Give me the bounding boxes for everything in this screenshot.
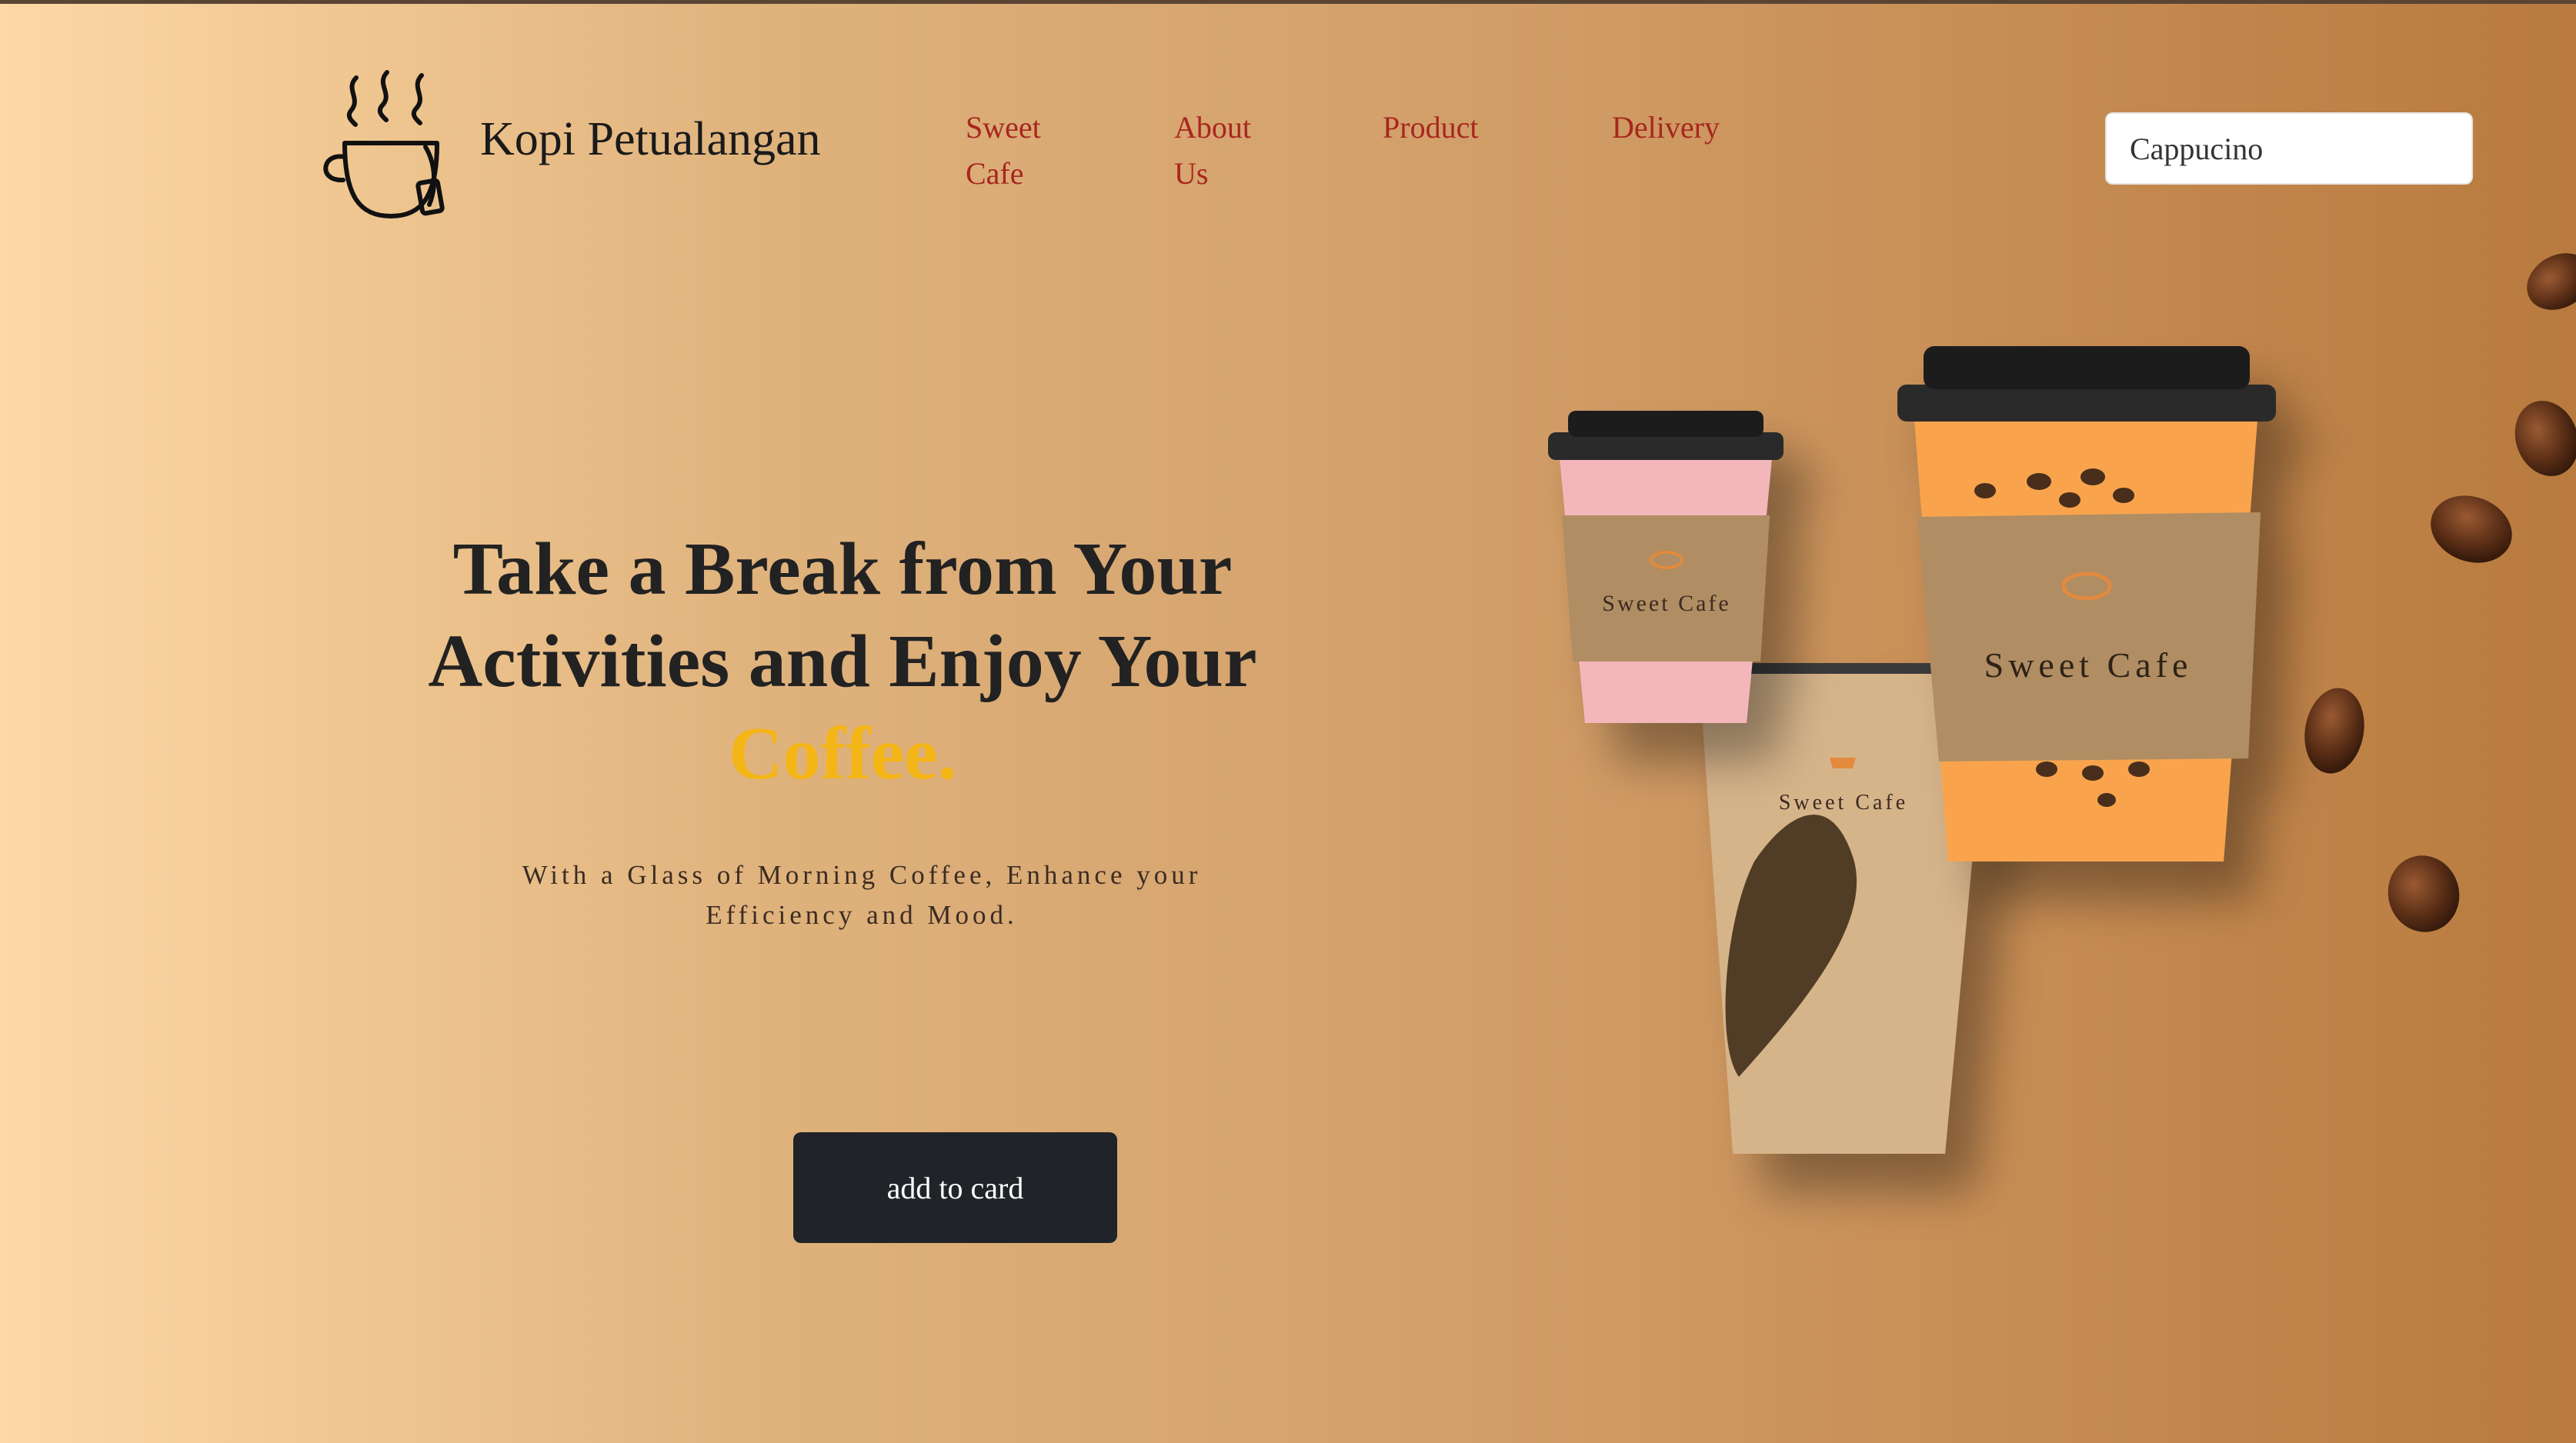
cup-brand-label: Sweet Cafe [1602, 591, 1730, 616]
hero-headline-text: Take a Break from Your Activities and En… [428, 528, 1257, 703]
hero-headline: Take a Break from Your Activities and En… [415, 523, 1270, 800]
cup-brand-label: Sweet Cafe [1984, 645, 2193, 685]
nav-link-sweet-cafe[interactable]: Sweet Cafe [966, 105, 1096, 197]
coffee-beans [2304, 253, 2576, 932]
top-border [0, 0, 2576, 4]
hero-subtitle: With a Glass of Morning Coffee, Enhance … [522, 860, 1202, 930]
logo-icon [314, 66, 460, 228]
coffee-cups-illustration: Sweet Cafe Sweet Cafe Sweet Cafe [1508, 231, 2576, 1323]
search-input[interactable] [2105, 112, 2473, 185]
add-to-card-button[interactable]: add to card [793, 1132, 1117, 1243]
nav-link-product[interactable]: Product [1383, 105, 1537, 151]
hero-headline-accent: Coffee. [728, 712, 957, 795]
nav-link-about-us[interactable]: About Us [1174, 105, 1290, 197]
brand-name: Kopi Petualangan [480, 113, 821, 165]
nav-link-delivery[interactable]: Delivery [1612, 105, 1766, 151]
cup-brand-label: Sweet Cafe [1779, 791, 1908, 815]
orange-cup: Sweet Cafe [1897, 346, 2276, 861]
pink-cup: Sweet Cafe [1548, 411, 1784, 723]
